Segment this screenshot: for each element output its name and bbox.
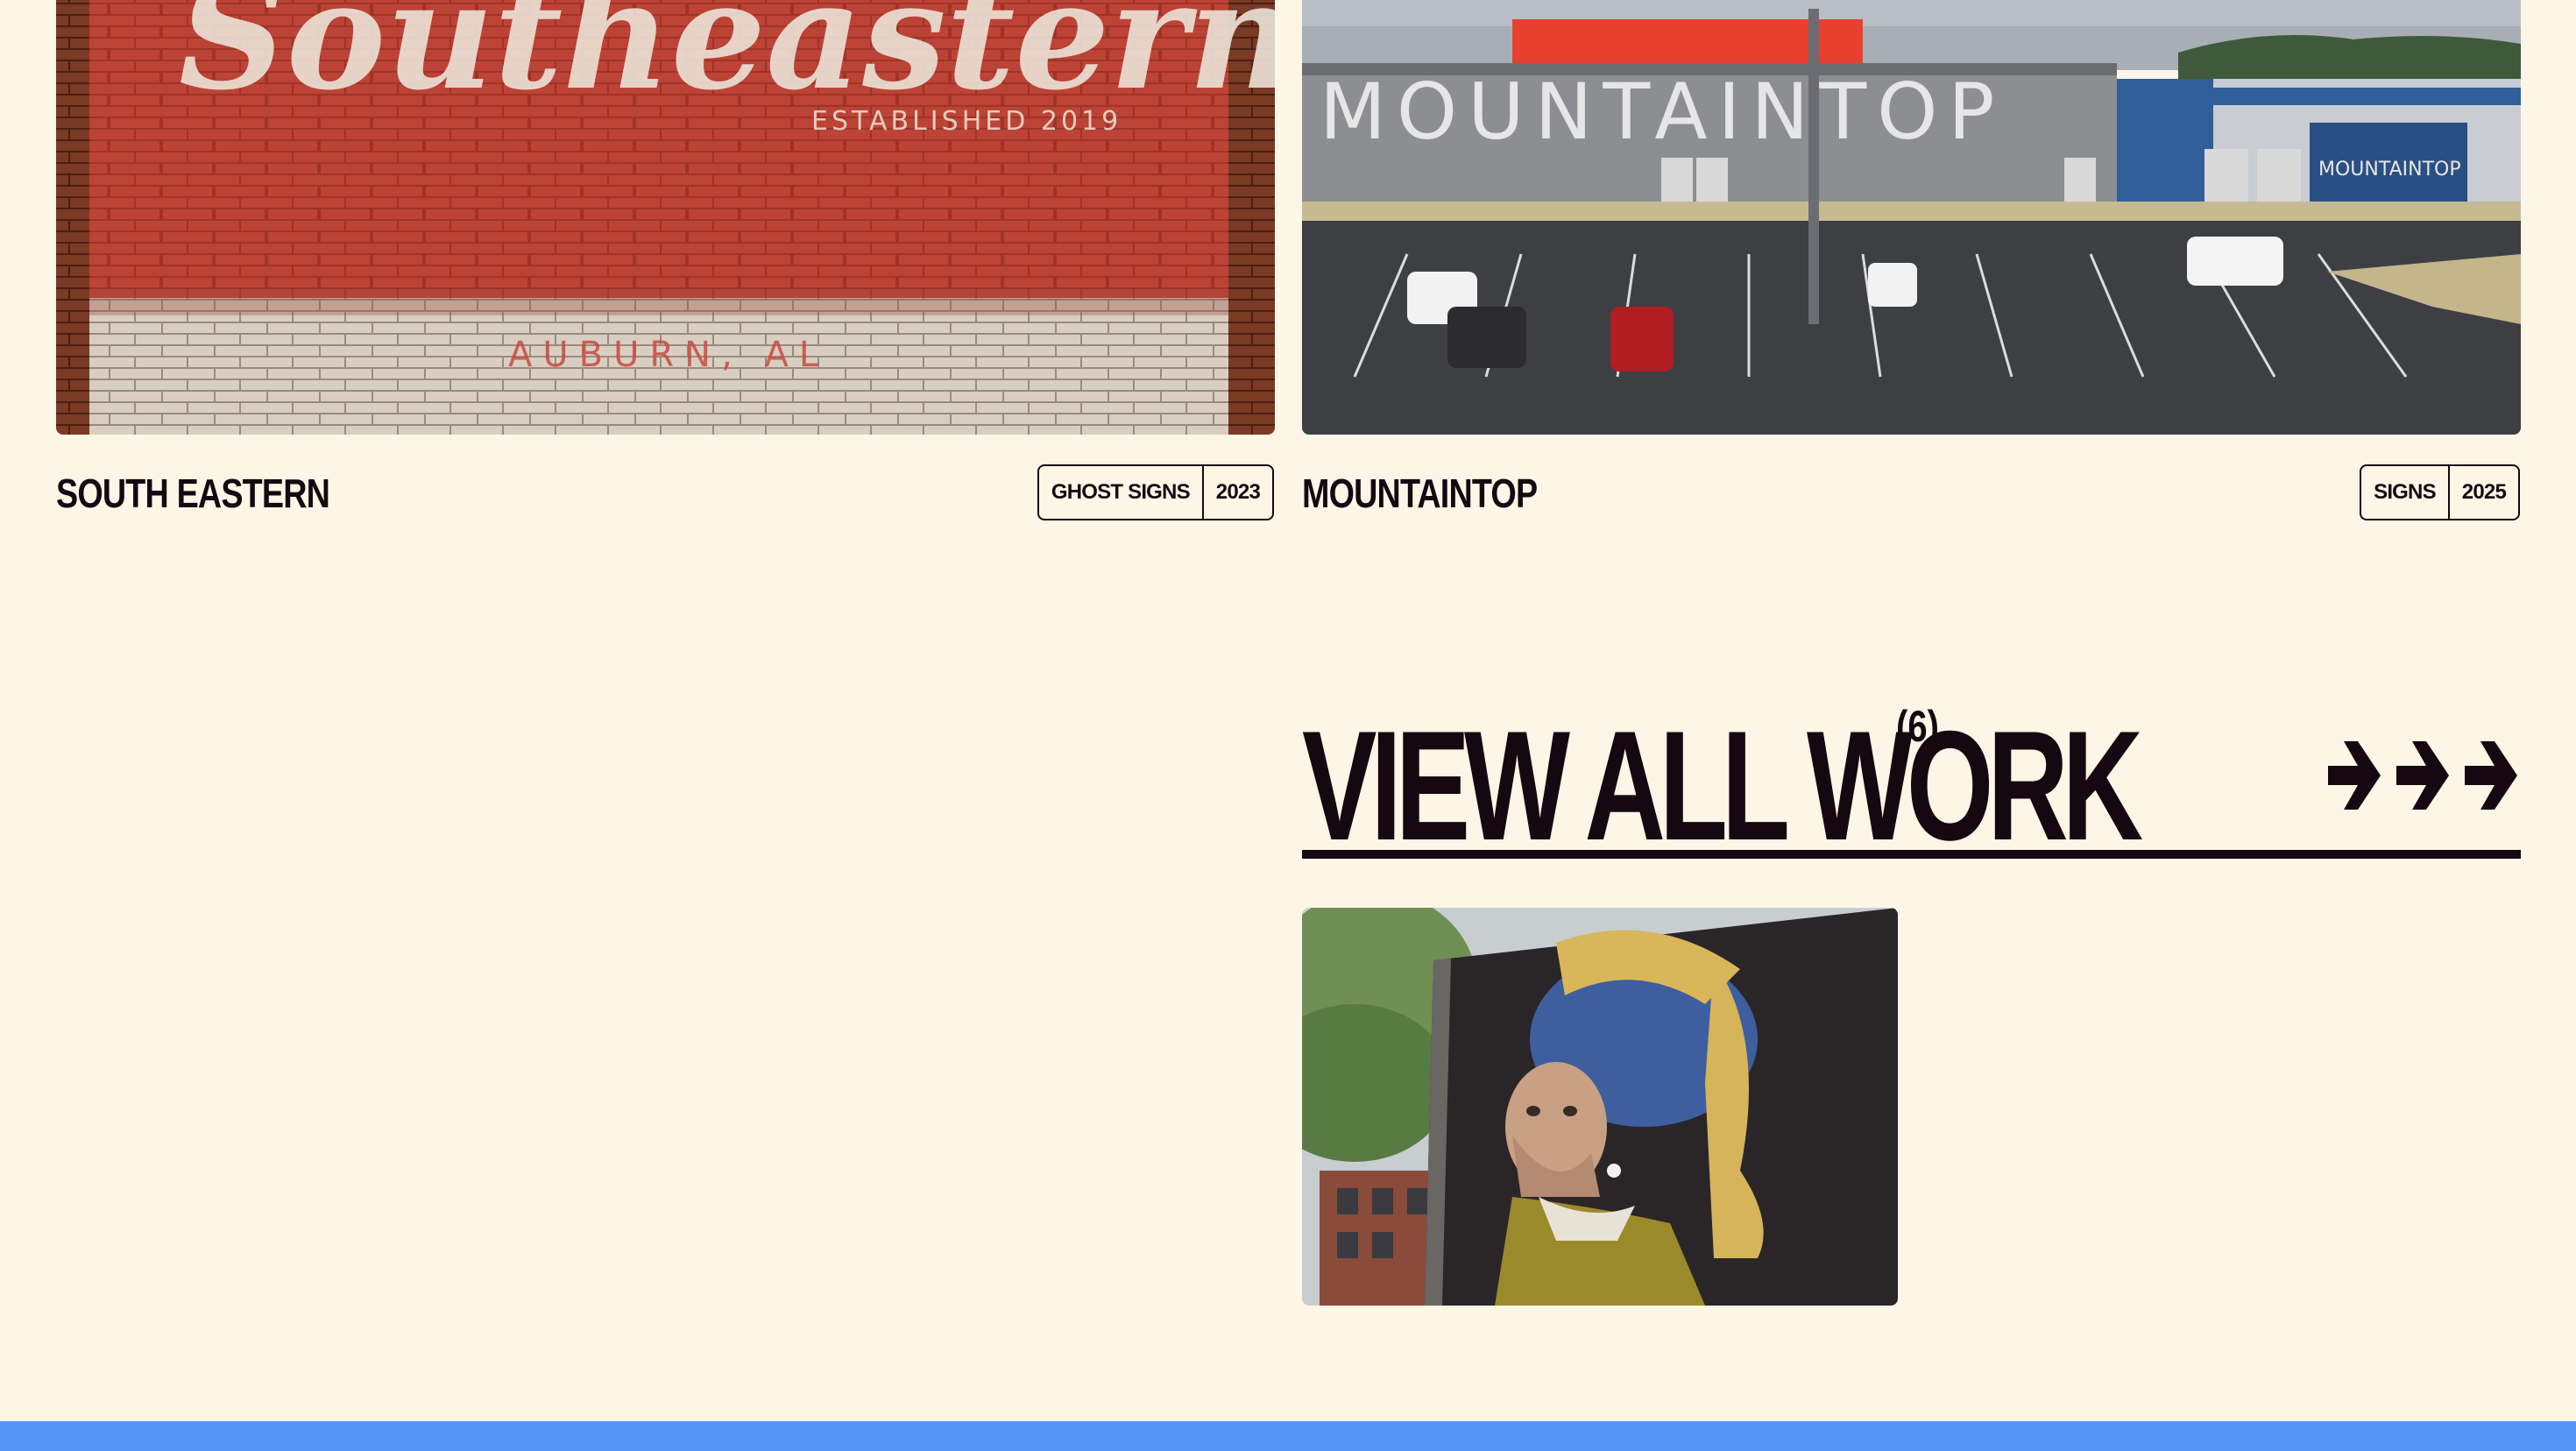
view-all-preview-image[interactable] [1302,908,1898,1306]
work-count: (6) [1896,702,1939,751]
footer-bar [0,1421,2576,1451]
arrow-right-icon [2465,741,2517,810]
building-sign-text: MOUNTAINTOP [1320,67,2005,157]
tag-category: GHOST SIGNS [1051,480,1191,504]
tag-category: SIGNS [2374,480,2436,504]
tag-year: 2023 [1201,466,1272,519]
arrow-right-icon [2396,741,2449,810]
view-all-work-heading: VIEW ALL WORK [1302,698,2143,873]
project-tags-south-eastern: GHOST SIGNS 2023 [1037,464,1274,520]
arrows-group [2328,741,2517,810]
sign-script-text: Southeastern [179,0,1275,124]
sign-location-text: AUBURN, AL [508,335,829,375]
building-side-sign-text: MOUNTAINTOP [2318,159,2461,180]
sign-established-text: ESTABLISHED 2019 [811,106,1122,137]
arrow-right-icon [2328,741,2381,810]
project-image-mountaintop[interactable]: MOUNTAINTOP MOUNTAINTOP [1302,0,2521,435]
project-image-south-eastern[interactable]: Southeastern ESTABLISHED 2019 AUBURN, AL [56,0,1275,435]
project-tags-mountaintop: SIGNS 2025 [2360,464,2520,520]
view-all-work-link[interactable]: VIEW ALL WORK (6) [1302,692,2521,864]
tag-year: 2025 [2447,466,2518,519]
project-title-mountaintop[interactable]: MOUNTAINTOP [1302,473,1538,513]
project-title-south-eastern[interactable]: SOUTH EASTERN [56,473,330,513]
